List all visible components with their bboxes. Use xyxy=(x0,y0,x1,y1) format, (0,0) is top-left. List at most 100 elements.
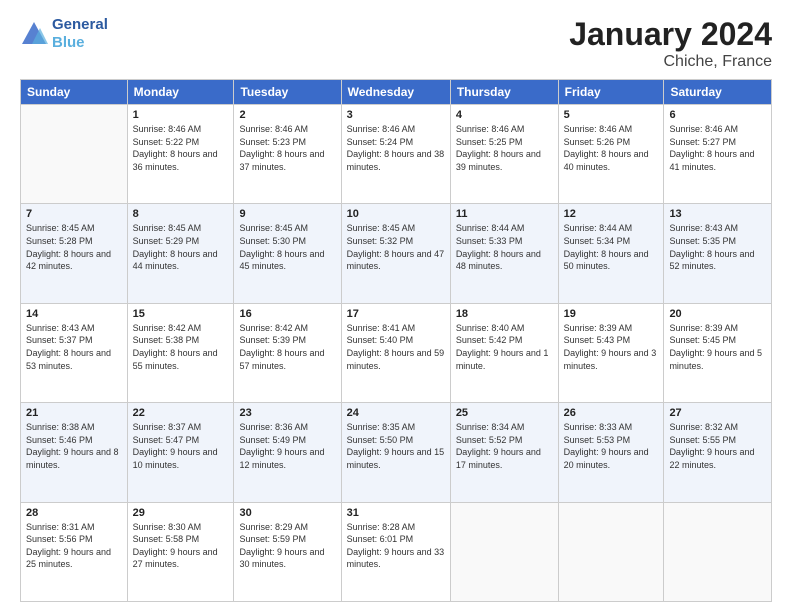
day-info: Sunrise: 8:45 AMSunset: 5:30 PMDaylight:… xyxy=(239,222,335,272)
day-info: Sunrise: 8:39 AMSunset: 5:45 PMDaylight:… xyxy=(669,322,766,372)
calendar-cell: 22Sunrise: 8:37 AMSunset: 5:47 PMDayligh… xyxy=(127,403,234,502)
week-row-1: 1 Sunrise: 8:46 AMSunset: 5:22 PMDaylight… xyxy=(21,105,772,204)
day-number: 15 xyxy=(133,308,229,320)
day-number: 17 xyxy=(347,308,445,320)
day-info: Sunrise: 8:46 AMSunset: 5:24 PMDaylight:… xyxy=(347,123,445,173)
calendar-cell: 15Sunrise: 8:42 AMSunset: 5:38 PMDayligh… xyxy=(127,303,234,402)
day-info: Sunrise: 8:28 AMSunset: 6:01 PMDaylight:… xyxy=(347,521,445,571)
day-info: Sunrise: 8:46 AMSunset: 5:22 PMDaylight:… xyxy=(133,123,229,173)
day-info: Sunrise: 8:43 AMSunset: 5:35 PMDaylight:… xyxy=(669,222,766,272)
day-info: Sunrise: 8:31 AMSunset: 5:56 PMDaylight:… xyxy=(26,521,122,571)
day-info: Sunrise: 8:46 AMSunset: 5:23 PMDaylight:… xyxy=(239,123,335,173)
day-number: 26 xyxy=(564,407,659,419)
day-info: Sunrise: 8:41 AMSunset: 5:40 PMDaylight:… xyxy=(347,322,445,372)
week-row-4: 21Sunrise: 8:38 AMSunset: 5:46 PMDayligh… xyxy=(21,403,772,502)
day-info: Sunrise: 8:32 AMSunset: 5:55 PMDaylight:… xyxy=(669,421,766,471)
calendar-cell: 6 Sunrise: 8:46 AMSunset: 5:27 PMDaylight… xyxy=(664,105,772,204)
calendar-cell: 17 Sunrise: 8:41 AMSunset: 5:40 PMDayligh… xyxy=(341,303,450,402)
day-number: 30 xyxy=(239,507,335,519)
calendar-cell xyxy=(558,502,664,601)
calendar-cell: 3 Sunrise: 8:46 AMSunset: 5:24 PMDaylight… xyxy=(341,105,450,204)
header-row: SundayMondayTuesdayWednesdayThursdayFrid… xyxy=(21,80,772,105)
col-header-tuesday: Tuesday xyxy=(234,80,341,105)
calendar-cell: 19 Sunrise: 8:39 AMSunset: 5:43 PMDayligh… xyxy=(558,303,664,402)
day-number: 6 xyxy=(669,109,766,121)
day-info: Sunrise: 8:45 AMSunset: 5:32 PMDaylight:… xyxy=(347,222,445,272)
day-info: Sunrise: 8:46 AMSunset: 5:27 PMDaylight:… xyxy=(669,123,766,173)
day-number: 27 xyxy=(669,407,766,419)
day-number: 24 xyxy=(347,407,445,419)
calendar-cell: 4 Sunrise: 8:46 AMSunset: 5:25 PMDaylight… xyxy=(450,105,558,204)
logo-area: General Blue xyxy=(20,16,108,52)
day-info: Sunrise: 8:29 AMSunset: 5:59 PMDaylight:… xyxy=(239,521,335,571)
day-number: 9 xyxy=(239,208,335,220)
day-number: 10 xyxy=(347,208,445,220)
day-info: Sunrise: 8:40 AMSunset: 5:42 PMDaylight:… xyxy=(456,322,553,372)
calendar-cell: 18Sunrise: 8:40 AMSunset: 5:42 PMDayligh… xyxy=(450,303,558,402)
day-info: Sunrise: 8:36 AMSunset: 5:49 PMDaylight:… xyxy=(239,421,335,471)
calendar-cell: 2 Sunrise: 8:46 AMSunset: 5:23 PMDaylight… xyxy=(234,105,341,204)
calendar-cell: 31Sunrise: 8:28 AMSunset: 6:01 PMDayligh… xyxy=(341,502,450,601)
day-number: 14 xyxy=(26,308,122,320)
calendar-cell: 10 Sunrise: 8:45 AMSunset: 5:32 PMDayligh… xyxy=(341,204,450,303)
calendar-cell: 21Sunrise: 8:38 AMSunset: 5:46 PMDayligh… xyxy=(21,403,128,502)
calendar-cell: 14 Sunrise: 8:43 AMSunset: 5:37 PMDayligh… xyxy=(21,303,128,402)
day-info: Sunrise: 8:42 AMSunset: 5:39 PMDaylight:… xyxy=(239,322,335,372)
calendar-cell: 26 Sunrise: 8:33 AMSunset: 5:53 PMDayligh… xyxy=(558,403,664,502)
calendar-cell: 5Sunrise: 8:46 AMSunset: 5:26 PMDaylight… xyxy=(558,105,664,204)
day-info: Sunrise: 8:45 AMSunset: 5:28 PMDaylight:… xyxy=(26,222,122,272)
header: General Blue January 2024 Chiche, France xyxy=(20,16,772,71)
calendar-cell: 13 Sunrise: 8:43 AMSunset: 5:35 PMDayligh… xyxy=(664,204,772,303)
logo-icon xyxy=(20,20,48,48)
col-header-saturday: Saturday xyxy=(664,80,772,105)
calendar-cell: 11Sunrise: 8:44 AMSunset: 5:33 PMDayligh… xyxy=(450,204,558,303)
calendar-cell xyxy=(664,502,772,601)
day-number: 20 xyxy=(669,308,766,320)
day-number: 11 xyxy=(456,208,553,220)
calendar-cell: 9 Sunrise: 8:45 AMSunset: 5:30 PMDaylight… xyxy=(234,204,341,303)
day-number: 4 xyxy=(456,109,553,121)
logo-text: General Blue xyxy=(52,16,108,52)
day-number: 29 xyxy=(133,507,229,519)
title-area: January 2024 Chiche, France xyxy=(569,16,772,71)
day-info: Sunrise: 8:30 AMSunset: 5:58 PMDaylight:… xyxy=(133,521,229,571)
main-title: January 2024 xyxy=(569,16,772,53)
calendar-cell: 24 Sunrise: 8:35 AMSunset: 5:50 PMDayligh… xyxy=(341,403,450,502)
calendar-cell xyxy=(21,105,128,204)
day-number: 12 xyxy=(564,208,659,220)
day-number: 13 xyxy=(669,208,766,220)
subtitle: Chiche, France xyxy=(569,53,772,71)
day-info: Sunrise: 8:33 AMSunset: 5:53 PMDaylight:… xyxy=(564,421,659,471)
calendar-cell: 1 Sunrise: 8:46 AMSunset: 5:22 PMDaylight… xyxy=(127,105,234,204)
day-info: Sunrise: 8:43 AMSunset: 5:37 PMDaylight:… xyxy=(26,322,122,372)
day-info: Sunrise: 8:35 AMSunset: 5:50 PMDaylight:… xyxy=(347,421,445,471)
day-number: 5 xyxy=(564,109,659,121)
day-number: 23 xyxy=(239,407,335,419)
calendar-cell: 29 Sunrise: 8:30 AMSunset: 5:58 PMDayligh… xyxy=(127,502,234,601)
calendar-cell: 28Sunrise: 8:31 AMSunset: 5:56 PMDayligh… xyxy=(21,502,128,601)
day-number: 19 xyxy=(564,308,659,320)
calendar-cell: 8Sunrise: 8:45 AMSunset: 5:29 PMDaylight… xyxy=(127,204,234,303)
calendar-cell: 16 Sunrise: 8:42 AMSunset: 5:39 PMDayligh… xyxy=(234,303,341,402)
day-number: 16 xyxy=(239,308,335,320)
calendar-cell: 27 Sunrise: 8:32 AMSunset: 5:55 PMDayligh… xyxy=(664,403,772,502)
calendar-cell: 30 Sunrise: 8:29 AMSunset: 5:59 PMDayligh… xyxy=(234,502,341,601)
day-number: 1 xyxy=(133,109,229,121)
day-info: Sunrise: 8:37 AMSunset: 5:47 PMDaylight:… xyxy=(133,421,229,471)
calendar-cell: 7Sunrise: 8:45 AMSunset: 5:28 PMDaylight… xyxy=(21,204,128,303)
day-info: Sunrise: 8:44 AMSunset: 5:34 PMDaylight:… xyxy=(564,222,659,272)
calendar-cell xyxy=(450,502,558,601)
day-info: Sunrise: 8:45 AMSunset: 5:29 PMDaylight:… xyxy=(133,222,229,272)
col-header-thursday: Thursday xyxy=(450,80,558,105)
day-number: 2 xyxy=(239,109,335,121)
day-info: Sunrise: 8:39 AMSunset: 5:43 PMDaylight:… xyxy=(564,322,659,372)
col-header-sunday: Sunday xyxy=(21,80,128,105)
day-number: 3 xyxy=(347,109,445,121)
col-header-friday: Friday xyxy=(558,80,664,105)
calendar-cell: 12 Sunrise: 8:44 AMSunset: 5:34 PMDayligh… xyxy=(558,204,664,303)
col-header-monday: Monday xyxy=(127,80,234,105)
day-info: Sunrise: 8:46 AMSunset: 5:25 PMDaylight:… xyxy=(456,123,553,173)
page: General Blue January 2024 Chiche, France… xyxy=(0,0,792,612)
week-row-3: 14 Sunrise: 8:43 AMSunset: 5:37 PMDayligh… xyxy=(21,303,772,402)
week-row-5: 28Sunrise: 8:31 AMSunset: 5:56 PMDayligh… xyxy=(21,502,772,601)
